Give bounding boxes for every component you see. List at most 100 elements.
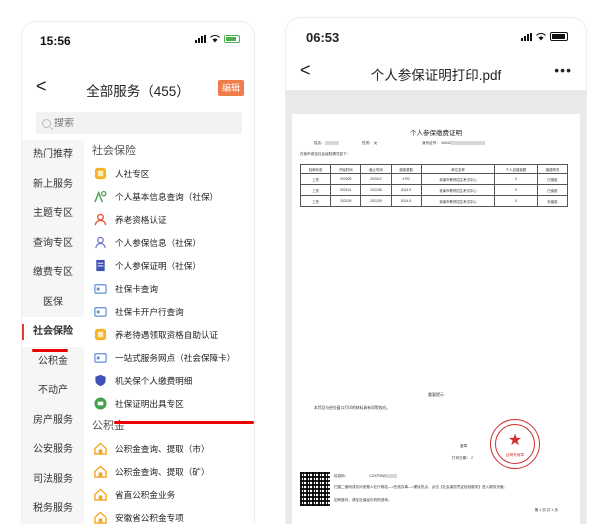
table-header-row: 险种状态 开始时间 截止时间 缴费基数 单位名称 个人应缴费额 缴费情况 [299, 164, 569, 174]
service-label: 公积金查询、提取（矿） [115, 466, 210, 477]
service-item[interactable]: 个人参保信息（社保） [84, 231, 254, 254]
gender-value: 女 [373, 141, 378, 145]
status-bar: 15:56 [22, 22, 254, 50]
red-underline-annotation [32, 349, 68, 352]
service-label: 机关保个人缴费明细 [115, 375, 193, 386]
table-row: 工伤 202101 202108 5114.5 淮南市教育招生考试中心 0 已缴费 [299, 184, 569, 196]
status-icons [521, 32, 568, 41]
house-icon [94, 488, 107, 501]
more-menu-button[interactable]: ••• [554, 62, 572, 78]
screenshot-stage: 15:56 < 全部服务（455） 编辑 热门推荐新上服务主题专区查询专区缴费专… [0, 0, 600, 524]
id-badge-icon [94, 328, 107, 341]
id-badge-icon [94, 167, 107, 180]
wifi-icon [536, 32, 546, 40]
table-cell: 淮南市教育招生考试中心 [420, 173, 496, 185]
service-item[interactable]: 社保卡开户行查询 [84, 300, 254, 323]
sidebar-item[interactable]: 税务服务 [22, 494, 84, 524]
sidebar-item[interactable]: 司法服务 [22, 465, 84, 495]
table-header-cell: 缴费基数 [390, 164, 422, 174]
stamp-label: 证明专用章 [506, 453, 524, 457]
sidebar-item[interactable]: 主题专区 [22, 199, 84, 229]
redacted-id [450, 141, 485, 146]
section-title-fund: 公积金 [92, 420, 125, 432]
edit-button[interactable]: 编辑 [218, 80, 244, 96]
section-title-social: 社会保险 [92, 145, 136, 157]
service-item[interactable]: 人社专区 [84, 162, 254, 185]
table-cell: 已缴费 [536, 184, 569, 196]
service-label: 个人参保证明（社保） [115, 260, 201, 271]
table-cell: 202109 [360, 195, 392, 207]
service-item[interactable]: 公积金查询、提取（市） [84, 437, 254, 460]
sidebar-item[interactable]: 缴费专区 [22, 258, 84, 288]
table-cell: 202109 [330, 195, 362, 207]
table-cell: 工伤 [299, 195, 332, 207]
print-date-value: 2 [470, 456, 473, 460]
search-icon [42, 118, 51, 128]
search-bar[interactable] [36, 112, 242, 134]
service-item[interactable]: 机关保个人缴费明细 [84, 369, 254, 392]
status-icons [195, 35, 240, 43]
table-header-cell: 开始时间 [330, 164, 362, 174]
sidebar-item[interactable]: 不动产 [22, 376, 84, 406]
service-label: 省直公积金业务 [115, 489, 176, 500]
insurance-table: 险种状态 开始时间 截止时间 缴费基数 单位名称 个人应缴费额 缴费情况 工伤 202009 2… [299, 164, 569, 207]
table-cell: 已缴费 [536, 173, 569, 185]
file-title: 个人参保证明打印.pdf [370, 68, 502, 83]
name-label: 姓名： [314, 141, 325, 145]
service-item[interactable]: 公积金查询、提取（矿） [84, 460, 254, 483]
info-line: 在我市参加社会保险情况如下： [300, 152, 351, 156]
table-cell: 5114.5 [390, 195, 422, 207]
person-outline-icon [94, 236, 107, 249]
table-body: 工伤 202009 202012 4792 淮南市教育招生考试中心 0 已缴费 工伤 20210… [299, 173, 569, 207]
table-cell: 0 [494, 184, 538, 196]
service-item[interactable]: 个人基本信息查询（社保） [84, 185, 254, 208]
table-cell: 淮南市教育招生考试中心 [420, 195, 496, 207]
name-field: 姓名： [314, 141, 339, 146]
service-item[interactable]: 养老资格认证 [84, 208, 254, 231]
service-item[interactable]: 安徽省公积金专项 [84, 506, 254, 524]
sidebar-item[interactable]: 查询专区 [22, 229, 84, 259]
redacted-name [324, 141, 339, 146]
service-item[interactable]: 一站式服务网点（社会保障卡） [84, 346, 254, 369]
house-icon [94, 465, 107, 478]
page-number: 第 1 页 共 1 页 [534, 508, 558, 512]
sidebar-item[interactable]: 公安服务 [22, 435, 84, 465]
sidebar-item[interactable]: 医保 [22, 288, 84, 318]
person-location-icon [94, 190, 107, 203]
table-cell: 202009 [330, 173, 362, 185]
document-title: 个人参保缴费证明 [410, 130, 462, 137]
pdf-viewer[interactable]: 个人参保缴费证明 姓名： 性别： 女 身份证号： 34042 在我市参加社会保险… [286, 90, 586, 524]
table-header-cell: 缴费情况 [536, 164, 569, 174]
sidebar-item[interactable]: 社会保险 [22, 317, 84, 347]
category-sidebar: 热门推荐 新上服务 主题专区 查询专区 缴费专区 医保 社会保险 公积金 不动产 房产服务 公安服务… [22, 140, 84, 524]
service-item[interactable]: 社保卡查询 [84, 277, 254, 300]
service-item[interactable]: 社保证明出具专区 [84, 392, 254, 415]
top-nav: < 个人参保证明打印.pdf ••• [286, 56, 586, 88]
service-list: 社会保险 人社专区个人基本信息查询（社保） 养老资格认证个人参保信息（社保） 个人参… [84, 140, 254, 524]
id-value: 34042 [440, 141, 451, 145]
search-input[interactable] [54, 117, 194, 129]
service-item[interactable]: 个人参保证明（社保） [84, 254, 254, 277]
top-nav: < 全部服务（455） 编辑 [22, 74, 254, 104]
table-cell: 0 [494, 173, 538, 185]
table-cell: 202012 [360, 173, 392, 185]
sidebar-item[interactable]: 热门推荐 [22, 140, 84, 170]
star-icon: ★ [507, 432, 523, 449]
card-icon [94, 282, 107, 295]
service-label: 公积金查询、提取（市） [115, 443, 210, 454]
table-header-cell: 截止时间 [360, 164, 392, 174]
service-label: 人社专区 [115, 168, 150, 179]
service-label: 养老资格认证 [115, 214, 167, 225]
red-underline-annotation [114, 421, 254, 424]
verify-code-label: 检真码： [334, 474, 349, 478]
sidebar-item[interactable]: 新上服务 [22, 170, 84, 200]
table-header-cell: 个人应缴费额 [494, 164, 538, 174]
battery-icon [550, 32, 568, 41]
service-label: 个人参保信息（社保） [115, 237, 201, 248]
service-item[interactable]: 养老待遇领取资格自助认证 [84, 323, 254, 346]
service-item[interactable]: 省直公积金业务 [84, 483, 254, 506]
battery-icon [224, 35, 240, 43]
table-cell: 0 [494, 195, 538, 207]
sidebar-item[interactable]: 房产服务 [22, 406, 84, 436]
verify-line-2: 如有疑问，请至社保经办机构咨询。 [334, 498, 392, 502]
